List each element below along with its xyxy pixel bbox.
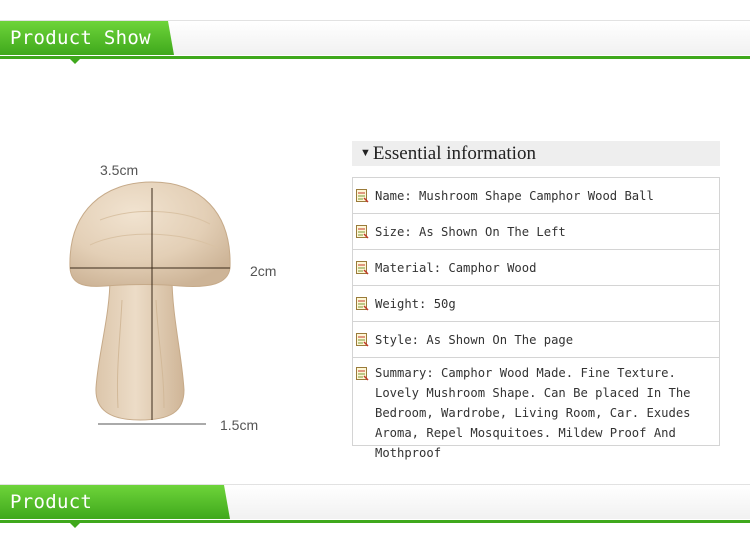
divider-notch xyxy=(70,523,80,528)
info-row-material: Material: Camphor Wood xyxy=(353,250,719,286)
document-icon xyxy=(356,333,369,347)
info-row-weight: Weight: 50g xyxy=(353,286,719,322)
section-divider xyxy=(0,56,750,59)
info-row-summary: Summary: Camphor Wood Made. Fine Texture… xyxy=(353,358,719,460)
section-header-product-description: Product Description xyxy=(0,484,750,519)
divider-notch xyxy=(70,59,80,64)
caret-down-icon: ▼ xyxy=(360,147,371,159)
info-row-text: Material: Camphor Wood xyxy=(375,261,537,275)
info-row-text: Name: Mushroom Shape Camphor Wood Ball xyxy=(375,189,654,203)
info-row-text: Style: As Shown On The page xyxy=(375,333,574,347)
info-row-text: Weight: 50g xyxy=(375,297,456,311)
info-row-text: Size: As Shown On The Left xyxy=(375,225,566,239)
document-icon xyxy=(356,261,369,275)
info-row-style: Style: As Shown On The page xyxy=(353,322,719,358)
document-icon xyxy=(356,367,369,381)
product-image: 3.5cm 2cm 1.5cm xyxy=(60,150,300,440)
section-title: Product Description xyxy=(0,485,230,519)
section-header-product-show: Product Show xyxy=(0,20,750,55)
document-icon xyxy=(356,189,369,203)
document-icon xyxy=(356,297,369,311)
mushroom-wood-ball-illustration xyxy=(69,181,231,425)
info-row-name: Name: Mushroom Shape Camphor Wood Ball xyxy=(353,178,719,214)
dimension-stem-label: 1.5cm xyxy=(220,417,259,433)
info-row-text: Summary: Camphor Wood Made. Fine Texture… xyxy=(375,366,691,460)
dimension-height-label: 2cm xyxy=(250,263,277,279)
section-title: Product Show xyxy=(0,21,174,55)
info-table: Name: Mushroom Shape Camphor Wood Ball S… xyxy=(352,177,720,460)
info-panel-title: ▼ Essential information xyxy=(352,141,720,166)
info-row-size: Size: As Shown On The Left xyxy=(353,214,719,250)
dimension-width-label: 3.5cm xyxy=(100,162,139,178)
info-title-text: Essential information xyxy=(372,143,536,164)
document-icon xyxy=(356,225,369,239)
section-divider xyxy=(0,520,750,523)
